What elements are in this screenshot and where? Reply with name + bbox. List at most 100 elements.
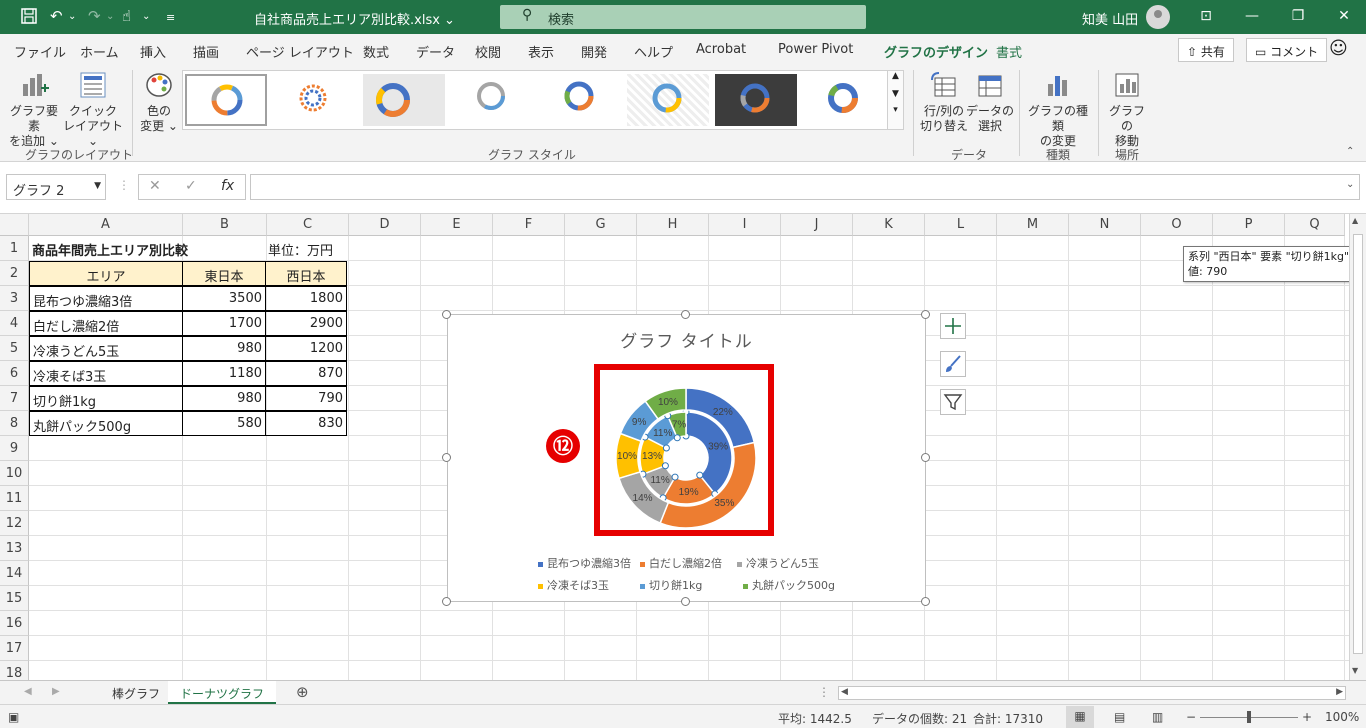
customize-qat-icon[interactable]: ≡ [166, 11, 175, 24]
insert-function-icon[interactable]: fx [221, 178, 234, 194]
tab-format[interactable]: 書式 [996, 42, 1022, 61]
row-header[interactable]: 10 [0, 461, 29, 486]
touch-mode-icon[interactable]: ☝ [122, 7, 131, 25]
gallery-more-icon[interactable]: ▾ [888, 105, 903, 115]
tab-developer[interactable]: 開発 [581, 42, 607, 61]
comment-button[interactable]: ▭ コメント [1246, 38, 1328, 62]
save-icon[interactable] [20, 7, 38, 29]
chart-style-3[interactable] [363, 74, 445, 126]
prev-sheet-icon[interactable]: ◀ [24, 686, 32, 697]
row-header[interactable]: 15 [0, 586, 29, 611]
row-header[interactable]: 9 [0, 436, 29, 461]
header-area[interactable]: エリア [29, 261, 183, 286]
search-box[interactable]: ⚲ 検索 [500, 5, 866, 29]
column-header[interactable]: N [1069, 214, 1141, 236]
cell-west-value[interactable]: 1200 [265, 336, 347, 361]
vertical-scrollbar[interactable]: ▲ ▼ [1349, 214, 1366, 680]
cell-east-value[interactable]: 1180 [182, 361, 266, 386]
tab-acrobat[interactable]: Acrobat [696, 42, 746, 57]
row-header[interactable]: 12 [0, 511, 29, 536]
cancel-icon[interactable]: ✕ [149, 178, 161, 194]
legend-item[interactable]: 白だし濃縮2倍 [640, 555, 722, 571]
tab-page-layout[interactable]: ページ レイアウト [246, 42, 354, 61]
resize-handle[interactable] [921, 453, 930, 462]
cell-west-value[interactable]: 790 [265, 386, 347, 411]
row-header[interactable]: 7 [0, 386, 29, 411]
tab-chart-design[interactable]: グラフのデザイン [884, 42, 989, 68]
tab-review[interactable]: 校閲 [475, 42, 501, 61]
scroll-right-icon[interactable]: ▶ [1336, 687, 1343, 697]
chart-style-2[interactable] [275, 74, 357, 126]
collapse-ribbon-icon[interactable]: ⌃ [1346, 146, 1354, 157]
scroll-up-icon[interactable]: ▲ [1352, 216, 1358, 225]
row-header[interactable]: 13 [0, 536, 29, 561]
move-chart-button[interactable]: グラフの 移動 [1104, 70, 1150, 149]
cell-west-value[interactable]: 830 [265, 411, 347, 436]
ribbon-display-icon[interactable]: ⊡ [1196, 8, 1216, 24]
cell-a1[interactable]: 商品年間売上エリア別比較 [29, 236, 265, 261]
row-header[interactable]: 3 [0, 286, 29, 311]
cell-product-name[interactable]: 切り餅1kg [29, 386, 183, 411]
resize-handle[interactable] [442, 310, 451, 319]
switch-row-column-button[interactable]: 行/列の 切り替え [920, 70, 968, 134]
column-header[interactable]: G [565, 214, 637, 236]
cell-product-name[interactable]: 冷凍そば3玉 [29, 361, 183, 386]
next-sheet-icon[interactable]: ▶ [52, 686, 60, 697]
chart-style-8[interactable] [803, 74, 885, 126]
minimize-icon[interactable]: — [1242, 8, 1262, 24]
tab-help[interactable]: ヘルプ [634, 42, 673, 61]
add-sheet-icon[interactable]: ⊕ [296, 683, 309, 701]
row-header[interactable]: 6 [0, 361, 29, 386]
column-header[interactable]: E [421, 214, 493, 236]
column-header[interactable]: O [1141, 214, 1213, 236]
row-header[interactable]: 14 [0, 561, 29, 586]
column-header[interactable]: P [1213, 214, 1285, 236]
redo-icon[interactable]: ↷ [88, 7, 101, 25]
gallery-up-icon[interactable]: ▲ [888, 71, 903, 81]
legend-item[interactable]: 昆布つゆ濃縮3倍 [538, 555, 631, 571]
tab-view[interactable]: 表示 [528, 42, 554, 61]
chart-style-5[interactable] [539, 74, 621, 126]
chart-style-4[interactable] [451, 74, 533, 126]
resize-handle[interactable] [681, 310, 690, 319]
cell-east-value[interactable]: 980 [182, 336, 266, 361]
zoom-in-icon[interactable]: + [1302, 710, 1312, 724]
cell-product-name[interactable]: 白だし濃縮2倍 [29, 311, 183, 336]
resize-handle[interactable] [921, 597, 930, 606]
gallery-scroll[interactable]: ▲ ▼ ▾ [887, 71, 903, 129]
legend-item[interactable]: 冷凍そば3玉 [538, 577, 609, 593]
chart-styles-gallery[interactable]: ▲ ▼ ▾ [182, 70, 904, 130]
document-title[interactable]: 自社商品売上エリア別比較.xlsx ⌄ [254, 9, 455, 28]
tab-formulas[interactable]: 数式 [363, 42, 389, 61]
quick-layout-button[interactable]: クイック レイアウト ⌄ [62, 70, 124, 149]
header-west[interactable]: 西日本 [265, 261, 347, 286]
cell-product-name[interactable]: 冷凍うどん5玉 [29, 336, 183, 361]
cell-east-value[interactable]: 980 [182, 386, 266, 411]
column-header[interactable]: J [781, 214, 853, 236]
scroll-thumb[interactable] [1353, 234, 1363, 654]
user-name[interactable]: 知美 山田 [1082, 9, 1138, 28]
column-header[interactable]: A [29, 214, 183, 236]
page-break-view-icon[interactable]: ▥ [1152, 710, 1163, 724]
tab-split-grip-icon[interactable]: ⋮ [818, 685, 830, 699]
undo-dropdown-icon[interactable]: ⌄ [68, 11, 76, 22]
change-chart-type-button[interactable]: グラフの種類 の変更 [1024, 70, 1092, 149]
legend-item[interactable]: 切り餅1kg [640, 577, 702, 593]
chart-styles-button[interactable] [940, 351, 966, 377]
tab-file[interactable]: ファイル [14, 42, 66, 61]
row-header[interactable]: 4 [0, 311, 29, 336]
chart-filters-button[interactable] [940, 389, 966, 415]
row-header[interactable]: 18 [0, 661, 29, 680]
normal-view-icon[interactable]: ▦ [1066, 706, 1094, 728]
cell-east-value[interactable]: 3500 [182, 286, 266, 311]
name-box-dropdown-icon[interactable]: ▼ [94, 181, 101, 191]
legend-item[interactable]: 丸餅パック500g [743, 577, 835, 593]
tab-draw[interactable]: 描画 [193, 42, 219, 61]
sheet-tab-bar-chart[interactable]: 棒グラフ [100, 681, 172, 705]
chart-style-7[interactable] [715, 74, 797, 126]
row-header[interactable]: 5 [0, 336, 29, 361]
feedback-smiley-icon[interactable]: ☺ [1329, 38, 1348, 59]
zoom-out-icon[interactable]: − [1186, 710, 1196, 724]
column-header[interactable]: K [853, 214, 925, 236]
select-data-button[interactable]: データの 選択 [966, 70, 1014, 134]
